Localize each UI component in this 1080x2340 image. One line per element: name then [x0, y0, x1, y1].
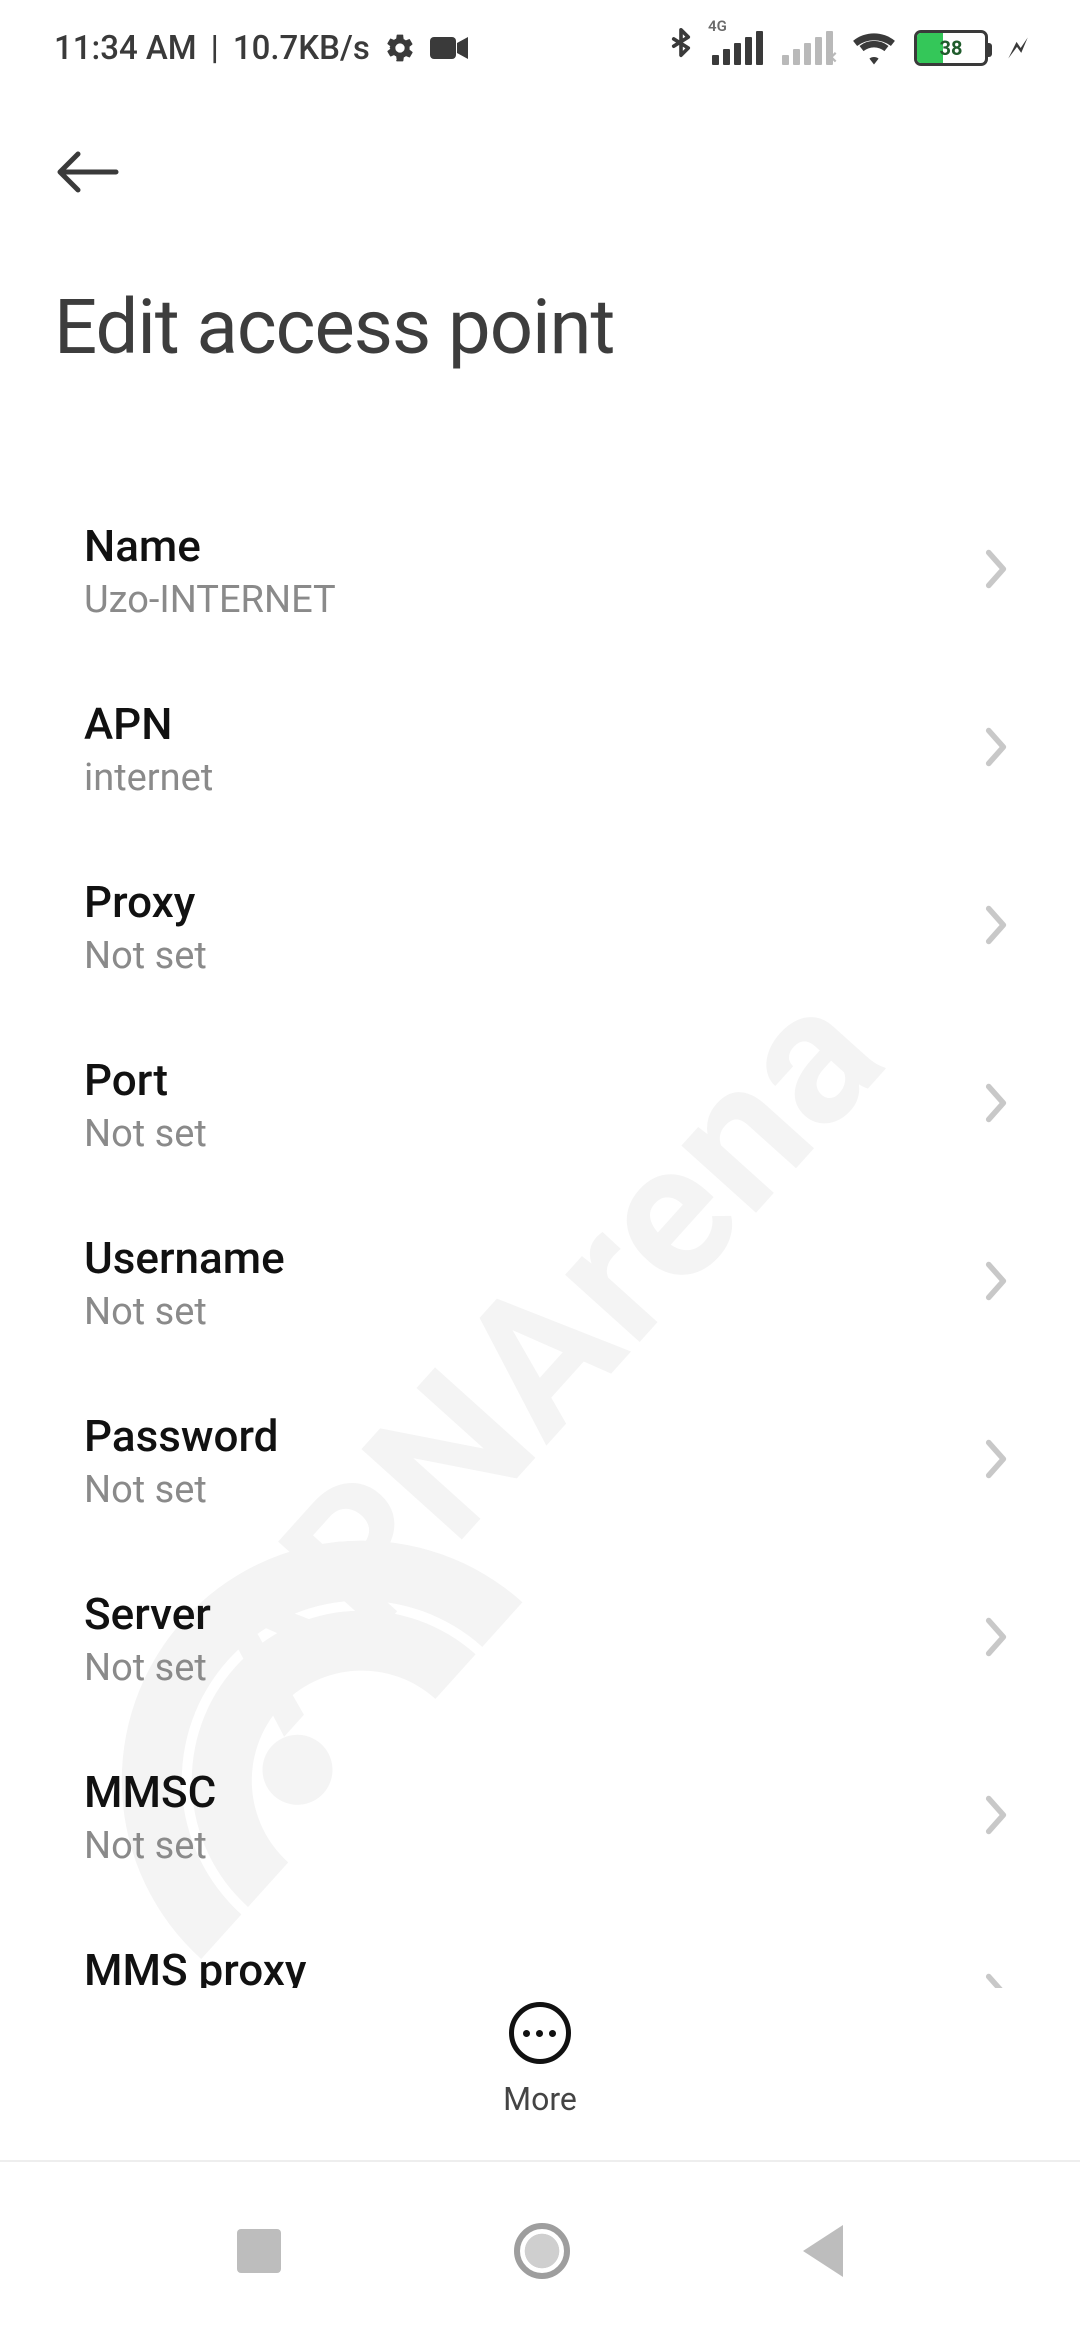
row-value: Not set	[84, 1112, 207, 1156]
gear-icon	[384, 32, 416, 64]
row-label: APN	[84, 698, 213, 750]
wifi-icon	[852, 31, 896, 65]
row-password[interactable]: Password Not set	[0, 1372, 1080, 1550]
row-value: Not set	[84, 1290, 285, 1334]
status-net-speed: 10.7KB/s	[233, 29, 370, 68]
row-value: Not set	[84, 1824, 216, 1868]
chevron-right-icon	[982, 1793, 1010, 1841]
more-button[interactable]: More	[503, 2002, 577, 2118]
chevron-right-icon	[982, 1259, 1010, 1307]
signal-primary-icon: 4G	[712, 31, 764, 65]
row-mmsc[interactable]: MMSC Not set	[0, 1728, 1080, 1906]
row-username[interactable]: Username Not set	[0, 1194, 1080, 1372]
more-icon	[509, 2002, 571, 2064]
bluetooth-icon	[668, 28, 694, 68]
signal-tag: 4G	[708, 17, 727, 35]
row-value: Not set	[84, 934, 207, 978]
charging-icon: 🗲	[1008, 31, 1028, 66]
chevron-right-icon	[982, 903, 1010, 951]
nav-home-button[interactable]	[514, 2223, 570, 2279]
chevron-right-icon	[982, 725, 1010, 773]
row-label: Port	[84, 1054, 207, 1106]
nav-recents-button[interactable]	[237, 2229, 281, 2273]
chevron-right-icon	[982, 547, 1010, 595]
page-title: Edit access point	[54, 282, 1026, 372]
row-value: Not set	[84, 1646, 211, 1690]
row-name[interactable]: Name Uzo-INTERNET	[0, 482, 1080, 660]
back-button[interactable]	[54, 132, 134, 212]
arrow-left-icon	[54, 150, 120, 194]
status-bar: 11:34 AM | 10.7KB/s 4G ✕ 38 🗲	[0, 0, 1080, 96]
signal-secondary-icon: ✕	[782, 31, 834, 65]
row-port[interactable]: Port Not set	[0, 1016, 1080, 1194]
row-label: Password	[84, 1410, 278, 1462]
more-label: More	[503, 2080, 577, 2118]
row-value: internet	[84, 756, 213, 800]
nav-back-button[interactable]	[803, 2225, 843, 2277]
status-time: 11:34 AM	[54, 29, 197, 68]
row-label: MMSC	[84, 1766, 216, 1818]
row-proxy[interactable]: Proxy Not set	[0, 838, 1080, 1016]
system-nav-bar	[0, 2160, 1080, 2340]
row-label: Name	[84, 520, 336, 572]
battery-percent: 38	[917, 36, 985, 60]
chevron-right-icon	[982, 1437, 1010, 1485]
chevron-right-icon	[982, 1081, 1010, 1129]
row-label: Proxy	[84, 876, 207, 928]
settings-list: Name Uzo-INTERNET APN internet Proxy Not…	[0, 482, 1080, 2084]
chevron-right-icon	[982, 1615, 1010, 1663]
row-label: Server	[84, 1588, 211, 1640]
camera-icon	[430, 35, 468, 61]
row-value: Not set	[84, 1468, 278, 1512]
row-apn[interactable]: APN internet	[0, 660, 1080, 838]
row-value: Uzo-INTERNET	[84, 578, 336, 622]
battery-icon: 38	[914, 30, 988, 66]
status-sep: |	[211, 29, 219, 68]
row-label: Username	[84, 1232, 285, 1284]
row-server[interactable]: Server Not set	[0, 1550, 1080, 1728]
